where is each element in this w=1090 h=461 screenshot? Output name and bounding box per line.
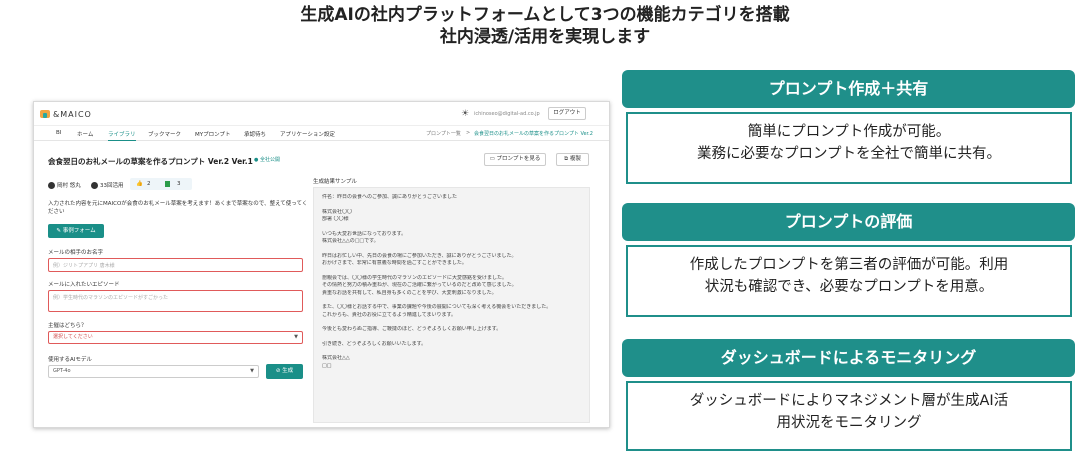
panel-line: ダッシュボードによりマネジメント層が生成AI活 [689,393,1009,409]
prompt-description: 入力された内容を元にMAICOが会食のお礼メール草案を考えます！あくまで草案なの… [48,201,308,215]
flag-count: 3 [177,181,181,187]
chevron-down-icon: ▼ [294,334,298,340]
output-line: おかげさまで、非常に有意義な時間を過ごすことができました。 [322,260,467,266]
rating-bar: 👍 2 3 [130,178,192,190]
output-line: 件名：昨日の会食へのご参加、誠にありがとうございました [322,194,458,200]
breadcrumb-current: 会食翌日のお礼メールの草案を作るプロンプト Ver.2 [474,131,593,137]
output-line: 懇親会では、〇〇様の学生時代のマラソンのエピソードに大変感銘を受けました。 [322,274,508,281]
headline: 生成AIの社内プラットフォームとして3つの機能カテゴリを搭載 社内浸透/活用を実… [0,4,1090,48]
usage-text: 33回活用 [100,183,124,189]
episode-label: メールに入れたいエピソード [48,282,120,288]
headline-line-2: 社内浸透/活用を実現します [439,27,651,47]
host-select-value: 選択してください [53,334,93,340]
breadcrumb-separator: > [466,130,471,136]
output-gap [322,348,581,355]
output-line: その情熱と努力の積み重ねが、現在のご活躍に繋がっているのだと改めて感じました。 [322,282,517,288]
panel-line: 作成したプロンプトを第三者の評価が可能。利用 [689,257,1009,273]
output-gap [322,224,581,231]
output-label: 生成結果サンプル [313,179,357,185]
logo-icon [40,110,50,118]
output-line: 株式会社〇〇 [322,208,353,215]
panel-line: 状況も確認でき、必要なプロンプトを用意。 [704,279,994,295]
see-prompt-button[interactable]: プロンプトを見る [484,153,546,166]
like-count: 2 [147,181,151,187]
nav-item-my-prompt[interactable]: MYプロンプト [195,130,230,138]
chevron-down-icon: ▼ [250,368,254,374]
episode-input[interactable]: 例）学生時代のマラソンのエピソードがすごかった [48,290,303,312]
app-screenshot: &MAICO ☀ ichinoseo@digital-ad.co.jp ログアウ… [33,101,610,428]
flag-icon[interactable] [165,181,170,187]
usage-count: 33回活用 [91,181,124,189]
panel-line: 業務に必要なプロンプトを全社で簡単に共有。 [696,146,1002,162]
output-gap [322,246,581,253]
output-line: 部署 〇〇様 [322,216,349,222]
panel-body-prompt-eval: 作成したプロンプトを第三者の評価が可能。利用 状況も確認でき、必要なプロンプトを… [626,245,1072,317]
output-gap [322,268,581,275]
output-line: 引き続き、どうぞよろしくお願いいたします。 [322,340,427,347]
output-line: 今後とも変わらぬご指導、ご鞭撻のほど、どうぞよろしくお願い申し上げます。 [322,326,502,332]
generate-button[interactable]: 生成 [266,364,303,379]
output-line: 貴重なお話を共有して、私自身も多くのことを学び、大変刺激になりました。 [322,289,497,296]
nav-item-home[interactable]: ホーム [77,130,93,138]
model-label: 使用するAIモデル [48,357,92,363]
panel-body-dashboard: ダッシュボードによりマネジメント層が生成AI活 用状況をモニタリング [626,381,1072,451]
logo-text: &MAICO [53,110,92,119]
output-box: 件名：昨日の会食へのご参加、誠にありがとうございました 株式会社〇〇 部署 〇〇様い… [313,187,590,423]
panel-title-dashboard: ダッシュボードによるモニタリング [622,339,1075,377]
app-topbar: &MAICO ☀ ichinoseo@digital-ad.co.jp ログアウ… [34,102,609,126]
output-line: いつも大変お世話になっております。 [322,230,407,237]
theme-toggle-icon[interactable]: ☀ [461,109,469,119]
partner-label: メールの相手のお名字 [48,250,104,256]
panel-title-prompt-create: プロンプト作成＋共有 [622,70,1075,108]
model-select-value: GPT-4o [53,368,71,374]
panel-line: 用状況をモニタリング [776,415,922,431]
output-line: これからも、貴社のお役に立てるよう精進してまいります。 [322,311,456,318]
example-form-button[interactable]: 事例フォーム [48,224,104,238]
main-nav: BI ホーム ライブラリ ブックマーク MYプロンプト 承認待ち アプリケーショ… [34,127,609,141]
output-line: 株式会社△△ [322,355,350,361]
output-gap [322,297,581,304]
account-email: ichinoseo@digital-ad.co.jp [474,111,540,117]
output-line: また、〇〇様とお話する中で、事業の課題や今後の展開についても深く考える機会をいた… [322,304,552,310]
output-line: □□ [322,362,332,369]
nav-item-bookmark[interactable]: ブックマーク [148,130,181,138]
output-gap [322,334,581,341]
prompt-title: 会食翌日のお礼メールの草案を作るプロンプト Ver.2 Ver.1 [48,157,253,166]
panel-line: 簡単にプロンプト作成が可能。 [747,124,951,140]
output-gap [322,319,581,326]
output-line: 株式会社△△の□□です。 [322,238,379,244]
copy-button[interactable]: 複製 [556,153,589,166]
nav-item-app-settings[interactable]: アプリケーション設定 [280,130,335,138]
panel-title-prompt-eval: プロンプトの評価 [622,203,1075,241]
model-select[interactable]: GPT-4o ▼ [48,365,259,378]
output-gap [322,202,581,209]
nav-item-bi[interactable]: BI [56,130,61,136]
headline-line-1: 生成AIの社内プラットフォームとして3つの機能カテゴリを搭載 [300,5,790,25]
thumbs-up-icon[interactable]: 👍 [136,178,143,190]
usage-icon [91,182,98,189]
user-icon [48,182,55,189]
visibility-badge: ● 全社公開 [254,157,280,163]
host-select[interactable]: 選択してください ▼ [48,331,303,344]
nav-item-approval[interactable]: 承認待ち [244,130,266,138]
output-line: 昨日はお忙しい中、先日の会食の場にご参加いただき、誠にありがとうございました。 [322,252,517,259]
logout-button[interactable]: ログアウト [548,107,586,120]
author-name: 岡村 悠丸 [57,183,81,189]
partner-input[interactable]: 例）ジリトプアプリ 唐木様 [48,258,303,272]
nav-item-library[interactable]: ライブラリ [108,130,136,141]
panel-body-prompt-create: 簡単にプロンプト作成が可能。 業務に必要なプロンプトを全社で簡単に共有。 [626,112,1072,184]
author: 岡村 悠丸 [48,181,81,189]
breadcrumb-parent[interactable]: プロンプト一覧 [426,130,461,137]
host-label: 主催はどちら？ [48,323,87,329]
